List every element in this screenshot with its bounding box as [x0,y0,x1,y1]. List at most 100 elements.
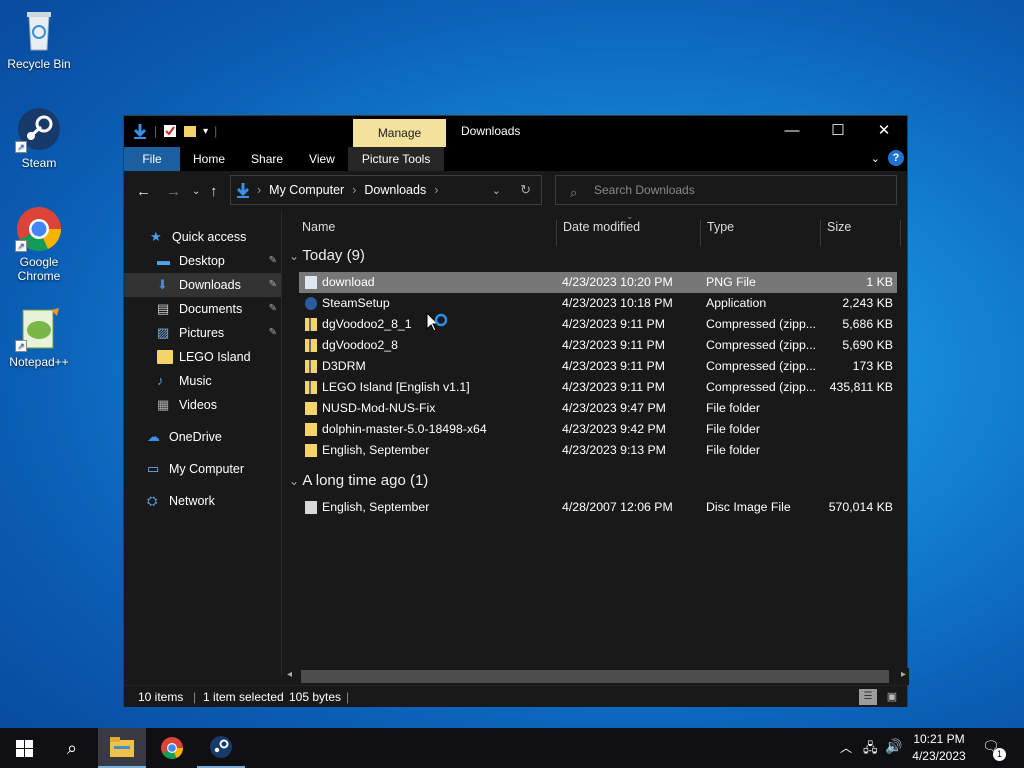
nav-item-desktop[interactable]: ▬ Desktop ✎ [124,249,281,273]
volume-icon[interactable]: 🔊 [885,738,902,755]
nav-item-quick-access[interactable]: ★ Quick access [124,225,281,249]
nav-item-lego-island[interactable]: LEGO Island [124,345,281,369]
file-size: 5,686 KB [842,317,893,331]
taskbar-file-explorer[interactable] [98,728,146,768]
file-type: Compressed (zipp... [706,380,817,394]
tab-view[interactable]: View [296,147,348,171]
column-divider[interactable] [700,220,701,246]
breadcrumb-downloads[interactable]: Downloads [364,183,426,197]
column-divider[interactable] [900,220,901,246]
file-row[interactable]: English, September 4/28/2007 12:06 PM Disc… [299,497,897,518]
file-date: 4/23/2023 9:11 PM [562,359,666,373]
file-row[interactable]: English, September 4/23/2023 9:13 PM File … [299,440,897,461]
taskbar-steam[interactable] [197,728,245,768]
star-icon: ★ [150,229,162,244]
start-button[interactable] [0,728,48,768]
folder-icon [305,402,317,415]
manage-tab[interactable]: Manage [353,119,446,147]
column-divider[interactable] [556,220,557,246]
show-hidden-icons-icon[interactable]: ︿ [840,739,852,756]
collapse-group-icon[interactable]: ⌄ [289,474,302,488]
address-dropdown-icon[interactable]: ⌄ [492,184,501,197]
scroll-right-icon[interactable]: ▸ [901,669,906,680]
search-input[interactable]: Search Downloads [555,175,897,205]
file-row[interactable]: LEGO Island [English v1.1] 4/23/2023 9:11… [299,377,897,398]
new-folder-icon[interactable] [183,124,197,138]
minimize-button[interactable]: — [769,116,815,146]
zip-folder-icon [305,318,317,331]
column-name[interactable]: Name [302,220,335,234]
desktop-icon: ▬ [157,253,170,268]
tab-file[interactable]: File [124,147,180,171]
horizontal-scrollbar[interactable]: ◂ ▸ [283,668,909,685]
scroll-left-icon[interactable]: ◂ [287,669,292,680]
clock[interactable]: 10:21 PM 4/23/2023 [904,731,974,765]
file-name: SteamSetup [322,296,390,310]
desktop-icon-steam[interactable]: ↗ Steam [3,107,75,170]
nav-item-label: Downloads [179,278,241,292]
column-type[interactable]: Type [707,220,734,234]
item-count: 10 items [138,690,184,704]
file-row[interactable]: dgVoodoo2_8 4/23/2023 9:11 PM Compressed (… [299,335,897,356]
tab-picture-tools[interactable]: Picture Tools [347,147,445,171]
details-view-icon[interactable]: ☰ [859,689,877,705]
tab-share[interactable]: Share [238,147,296,171]
properties-icon[interactable] [163,124,177,138]
network-icon: ⛭ [147,493,158,508]
column-divider[interactable] [820,220,821,246]
title-bar[interactable]: | ▾ | Manage Downloads — ☐ ✕ [124,116,907,147]
back-arrow-icon[interactable]: ← [136,183,151,200]
column-size[interactable]: Size [827,220,851,234]
column-date-modified[interactable]: Date modified [563,220,640,234]
file-row[interactable]: SteamSetup 4/23/2023 10:18 PM Application 2… [299,293,897,314]
breadcrumb-chevron-icon[interactable]: › [434,183,438,197]
file-row[interactable]: dolphin-master-5.0-18498-x64 4/23/2023 9:… [299,419,897,440]
nav-item-documents[interactable]: ▤ Documents ✎ [124,297,281,321]
status-divider: | [346,690,350,704]
file-type: File folder [706,401,760,415]
nav-item-music[interactable]: ♪ Music [124,369,281,393]
nav-item-network[interactable]: ⛭ Network [124,489,281,513]
nav-item-label: Videos [179,398,217,412]
refresh-icon[interactable]: ↻ [520,182,531,198]
folder-icon [157,350,173,364]
help-icon[interactable]: ? [888,150,904,166]
nav-item-my-computer[interactable]: ▭ My Computer [124,457,281,481]
close-button[interactable]: ✕ [861,116,907,146]
nav-item-pictures[interactable]: ▨ Pictures ✎ [124,321,281,345]
pin-icon: ✎ [268,255,277,266]
download-arrow-icon [236,183,250,198]
desktop-icon-chrome[interactable]: ↗ Google Chrome [3,206,75,283]
up-arrow-icon[interactable]: ↑ [210,183,218,200]
address-bar[interactable]: › My Computer › Downloads › ⌄ ↻ [230,175,542,205]
breadcrumb-my-computer[interactable]: My Computer [269,183,344,197]
expand-ribbon-icon[interactable]: ⌄ [871,152,880,165]
file-row[interactable]: download 4/23/2023 10:20 PM PNG File 1 KB [299,272,897,293]
file-name: NUSD-Mod-NUS-Fix [322,401,436,415]
nav-item-videos[interactable]: ▦ Videos [124,393,281,417]
desktop-icon-recycle-bin[interactable]: Recycle Bin [3,8,75,71]
customize-toolbar-icon[interactable]: ▾ [203,126,208,137]
large-icons-view-icon[interactable]: ▣ [884,689,900,705]
forward-arrow-icon[interactable]: → [166,183,181,200]
desktop-icon-label: Google Chrome [17,255,61,283]
collapse-group-icon[interactable]: ⌄ [289,249,302,263]
breadcrumb-chevron-icon[interactable]: › [352,183,356,197]
group-header[interactable]: ⌄ A long time ago (1) [289,472,428,489]
file-row[interactable]: NUSD-Mod-NUS-Fix 4/23/2023 9:47 PM File fo… [299,398,897,419]
recent-locations-icon[interactable]: ⌄ [192,186,200,197]
desktop-icon-notepadpp[interactable]: ↗ Notepad++ [3,306,75,369]
file-row[interactable]: D3DRM 4/23/2023 9:11 PM Compressed (zipp..… [299,356,897,377]
scrollbar-thumb[interactable] [301,670,889,683]
network-status-icon[interactable]: 🖧 [863,739,878,761]
nav-item-downloads[interactable]: ⬇ Downloads ✎ [124,273,281,297]
taskbar-chrome[interactable] [148,728,196,768]
tab-home[interactable]: Home [180,147,238,171]
group-header[interactable]: ⌄ Today (9) [289,247,365,264]
nav-item-label: Pictures [179,326,225,340]
file-row[interactable]: dgVoodoo2_8_1 4/23/2023 9:11 PM Compressed… [299,314,897,335]
maximize-button[interactable]: ☐ [815,116,861,146]
search-button[interactable]: ⌕ [48,728,96,768]
nav-item-onedrive[interactable]: ☁ OneDrive [124,425,281,449]
status-divider: | [193,690,197,704]
